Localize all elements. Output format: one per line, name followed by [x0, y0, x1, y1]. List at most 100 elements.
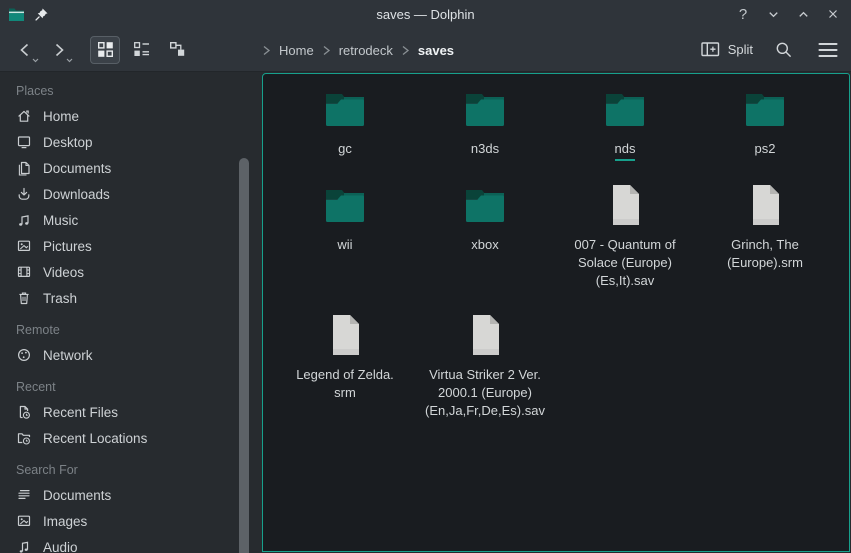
videos-icon [16, 264, 32, 280]
chevron-right-icon [401, 45, 410, 56]
sidebar-item-home[interactable]: Home [8, 103, 262, 129]
section-title-recent: Recent [16, 380, 262, 394]
sidebar-scrollbar[interactable] [239, 158, 249, 553]
places-panel: Places Home Desktop Documents Downloads [0, 72, 262, 553]
item-label: n3ds [471, 140, 499, 158]
folder-item-gc[interactable]: gc [275, 85, 415, 181]
sidebar-item-videos[interactable]: Videos [8, 259, 262, 285]
titlebar: saves — Dolphin ? [0, 0, 851, 28]
sidebar-item-recent-locations[interactable]: Recent Locations [8, 425, 262, 451]
minimize-button[interactable] [763, 4, 783, 24]
item-label: srm [296, 384, 394, 402]
item-label: Solace (Europe) [574, 254, 675, 272]
search-documents-icon [16, 487, 32, 503]
icons-view-icon [97, 41, 114, 58]
folder-item-xbox[interactable]: xbox [415, 181, 555, 311]
sidebar-item-search-audio[interactable]: Audio [8, 534, 262, 553]
icons-view-button[interactable] [90, 36, 120, 64]
file-item-virtua-striker-2[interactable]: Virtua Striker 2 Ver. 2000.1 (Europe) (E… [415, 311, 555, 420]
sidebar-item-pictures[interactable]: Pictures [8, 233, 262, 259]
maximize-button[interactable] [793, 4, 813, 24]
sidebar-item-label: Documents [43, 488, 111, 503]
file-item-grinch-the[interactable]: Grinch, The (Europe).srm [695, 181, 835, 311]
tree-view-button[interactable] [162, 36, 192, 64]
item-label: wii [337, 236, 352, 254]
toolbar: Home retrodeck saves Split [0, 28, 851, 72]
trash-icon [16, 290, 32, 306]
compact-view-button[interactable] [126, 36, 156, 64]
sidebar-item-recent-files[interactable]: Recent Files [8, 399, 262, 425]
documents-icon [16, 160, 32, 176]
forward-button[interactable] [44, 35, 74, 65]
sidebar-item-label: Audio [43, 540, 78, 553]
sidebar-item-network[interactable]: Network [8, 342, 262, 368]
folder-icon [321, 85, 369, 133]
item-label: (Es,It).sav [574, 272, 675, 290]
search-images-icon [16, 513, 32, 529]
item-label: 007 - Quantum of [574, 236, 675, 254]
split-view-icon [701, 42, 720, 57]
help-button[interactable]: ? [733, 4, 753, 24]
breadcrumb-retrodeck[interactable]: retrodeck [335, 41, 397, 60]
chevron-right-icon[interactable] [262, 45, 271, 56]
recent-files-icon [16, 404, 32, 420]
folder-item-ps2[interactable]: ps2 [695, 85, 835, 181]
caret-down-icon [65, 57, 74, 64]
folder-item-nds[interactable]: nds [555, 85, 695, 181]
window-title: saves — Dolphin [0, 7, 851, 22]
home-icon [16, 108, 32, 124]
recent-locations-icon [16, 430, 32, 446]
sidebar-item-label: Network [43, 348, 93, 363]
item-label: (Europe).srm [727, 254, 803, 272]
file-icon [601, 181, 649, 229]
file-icon [321, 311, 369, 359]
folder-item-wii[interactable]: wii [275, 181, 415, 311]
folder-icon [741, 85, 789, 133]
sidebar-item-trash[interactable]: Trash [8, 285, 262, 311]
music-icon [16, 212, 32, 228]
search-audio-icon [16, 539, 32, 553]
menu-button[interactable] [815, 37, 841, 63]
sidebar-item-search-images[interactable]: Images [8, 508, 262, 534]
item-label: 2000.1 (Europe) [425, 384, 545, 402]
item-label: Virtua Striker 2 Ver. [425, 366, 545, 384]
file-grid: gc n3ds nds ps2 wii xbox 007 - Quantum o… [263, 74, 849, 420]
pin-icon[interactable] [34, 7, 49, 22]
hamburger-icon [818, 42, 838, 58]
close-button[interactable] [823, 4, 843, 24]
sidebar-item-downloads[interactable]: Downloads [8, 181, 262, 207]
sidebar-item-desktop[interactable]: Desktop [8, 129, 262, 155]
item-label: Legend of Zelda. [296, 366, 394, 384]
section-title-search-for: Search For [16, 463, 262, 477]
split-button[interactable]: Split [701, 42, 753, 57]
breadcrumb-saves[interactable]: saves [414, 41, 458, 60]
section-title-places: Places [16, 84, 262, 98]
sidebar-item-music[interactable]: Music [8, 207, 262, 233]
folder-item-n3ds[interactable]: n3ds [415, 85, 555, 181]
tree-view-icon [169, 41, 186, 58]
item-label: gc [338, 140, 352, 158]
sidebar-item-label: Videos [43, 265, 84, 280]
back-button[interactable] [10, 35, 40, 65]
breadcrumb-home[interactable]: Home [275, 41, 318, 60]
sidebar-item-label: Trash [43, 291, 77, 306]
sidebar-item-label: Downloads [43, 187, 110, 202]
view-mode-group [90, 36, 192, 64]
chevron-right-icon [322, 45, 331, 56]
pictures-icon [16, 238, 32, 254]
search-button[interactable] [771, 37, 797, 63]
sidebar-item-label: Recent Locations [43, 431, 147, 446]
file-item-007-quantum-of-solace[interactable]: 007 - Quantum of Solace (Europe) (Es,It)… [555, 181, 695, 311]
sidebar-item-documents[interactable]: Documents [8, 155, 262, 181]
item-label: (En,Ja,Fr,De,Es).sav [425, 402, 545, 420]
desktop-icon [16, 134, 32, 150]
folder-view[interactable]: gc n3ds nds ps2 wii xbox 007 - Quantum o… [262, 73, 850, 552]
sidebar-item-search-documents[interactable]: Documents [8, 482, 262, 508]
file-icon [741, 181, 789, 229]
sidebar-item-label: Home [43, 109, 79, 124]
folder-icon [461, 181, 509, 229]
file-item-legend-of-zelda[interactable]: Legend of Zelda. srm [275, 311, 415, 402]
item-label: nds [615, 140, 636, 161]
compact-view-icon [133, 41, 150, 58]
sidebar-item-label: Images [43, 514, 87, 529]
